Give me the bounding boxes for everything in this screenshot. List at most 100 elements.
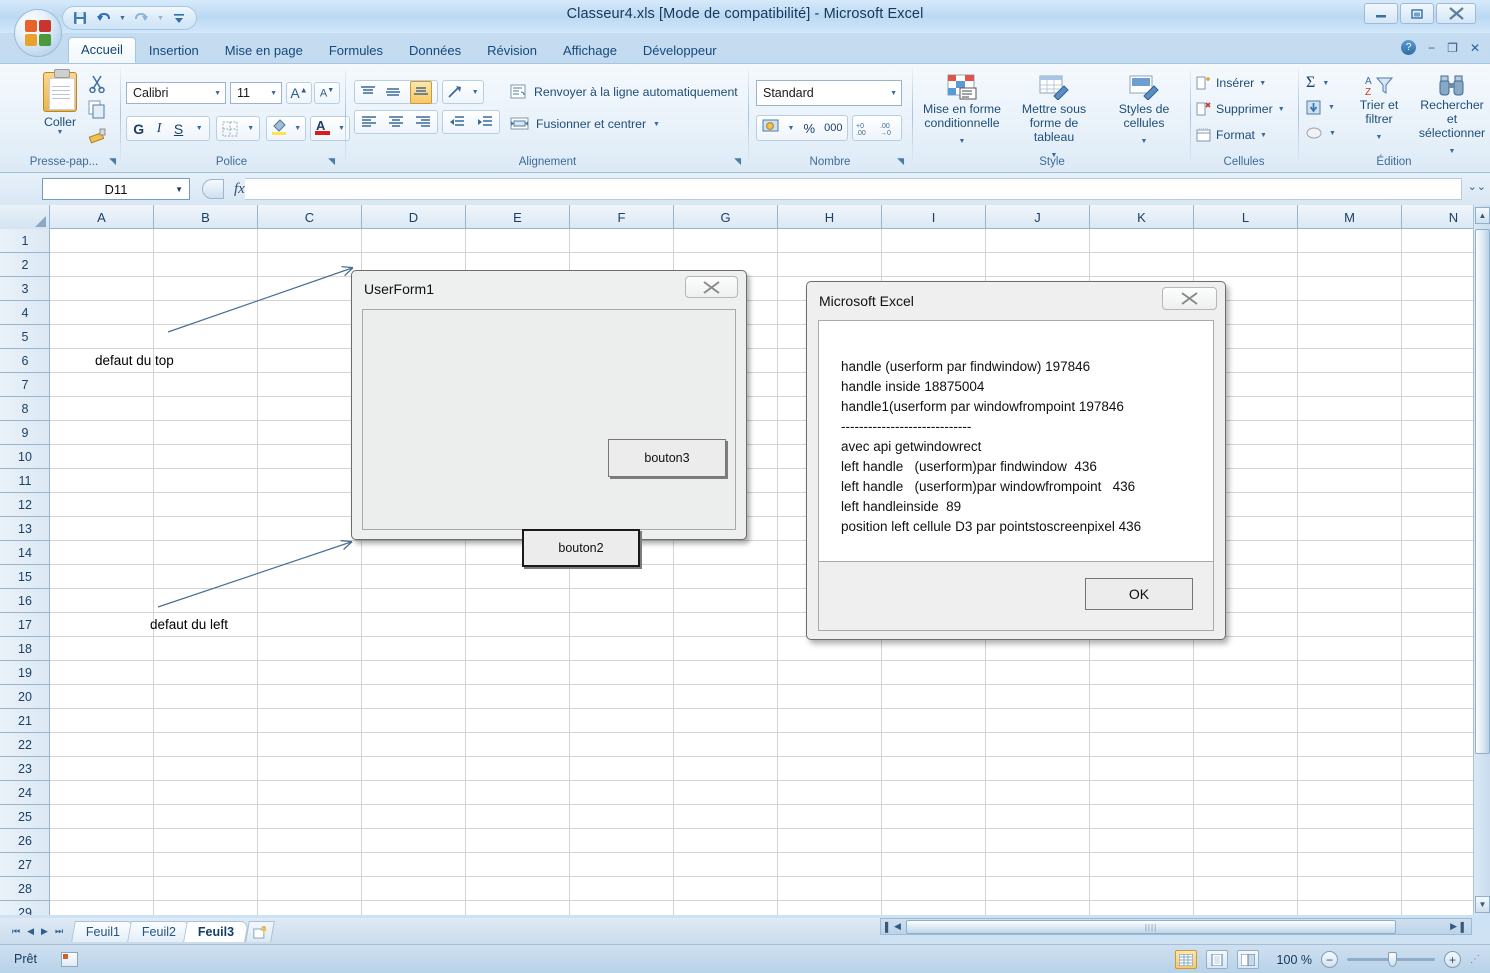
office-button[interactable] xyxy=(14,9,62,57)
row-header-8[interactable]: 8 xyxy=(0,397,50,421)
zoom-in-button[interactable]: + xyxy=(1444,951,1461,968)
underline-button[interactable]: S xyxy=(174,121,183,137)
format-as-table-button[interactable]: Mettre sous forme de tableau ▼ xyxy=(1008,74,1100,162)
tab-affichage[interactable]: Affichage xyxy=(550,38,630,63)
row-header-27[interactable]: 27 xyxy=(0,853,50,877)
workbook-minimize-button[interactable]: − xyxy=(1428,41,1435,55)
column-header-F[interactable]: F xyxy=(570,205,674,229)
font-name-input[interactable]: Calibri ▼ xyxy=(126,82,226,104)
userform-close-button[interactable] xyxy=(685,276,738,298)
conditional-formatting-button[interactable]: Mise en forme conditionnelle ▼ xyxy=(918,74,1006,148)
workbook-restore-button[interactable]: ❐ xyxy=(1447,41,1458,55)
merge-center-button[interactable]: Fusionner et centrer ▼ xyxy=(510,116,660,132)
thousands-button[interactable]: 000 xyxy=(824,122,842,134)
tab-accueil[interactable]: Accueil xyxy=(68,37,136,63)
cell-surface[interactable]: defaut du top defaut du left xyxy=(50,229,1490,915)
insert-cells-button[interactable]: Insérer ▼ xyxy=(1196,76,1266,90)
workbook-close-button[interactable]: ✕ xyxy=(1470,41,1480,55)
split-handle-right[interactable]: ▌ xyxy=(1461,922,1467,932)
underline-dropdown-icon[interactable]: ▼ xyxy=(196,125,203,132)
first-sheet-button[interactable]: ⏮ xyxy=(12,926,20,937)
tab-revision[interactable]: Révision xyxy=(474,38,550,63)
horizontal-scroll-thumb[interactable]: |||| xyxy=(906,920,1396,934)
sheet-tab-feuil2[interactable]: Feuil2 xyxy=(127,920,192,942)
redo-icon[interactable] xyxy=(133,10,150,27)
cell-styles-dropdown-icon[interactable]: ▼ xyxy=(1141,138,1148,145)
row-header-16[interactable]: 16 xyxy=(0,589,50,613)
row-header-6[interactable]: 6 xyxy=(0,349,50,373)
zoom-level[interactable]: 100 % xyxy=(1268,953,1312,967)
row-header-7[interactable]: 7 xyxy=(0,373,50,397)
font-dialog-launcher[interactable]: ◥ xyxy=(328,156,335,167)
vertical-scrollbar[interactable]: ▲ ▼ xyxy=(1473,205,1490,915)
font-size-input[interactable]: 11 ▼ xyxy=(230,82,282,104)
row-header-20[interactable]: 20 xyxy=(0,685,50,709)
row-header-19[interactable]: 19 xyxy=(0,661,50,685)
fill-color-button[interactable]: ▼ xyxy=(266,116,306,141)
clear-button[interactable]: ▼ xyxy=(1306,126,1336,140)
ok-button[interactable]: OK xyxy=(1085,578,1193,610)
paste-button[interactable]: Coller ▼ xyxy=(34,69,86,136)
cancel-enter-area[interactable] xyxy=(202,179,224,199)
alignment-dialog-launcher[interactable]: ◥ xyxy=(734,156,741,167)
cell-styles-button[interactable]: Styles de cellules ▼ xyxy=(1102,74,1186,148)
name-box[interactable]: D11 ▼ xyxy=(42,178,190,200)
redo-dropdown-icon[interactable]: ▼ xyxy=(157,15,164,22)
fill-button[interactable]: ▼ xyxy=(1306,100,1335,115)
row-header-25[interactable]: 25 xyxy=(0,805,50,829)
row-header-14[interactable]: 14 xyxy=(0,541,50,565)
tab-donnees[interactable]: Données xyxy=(396,38,474,63)
row-header-29[interactable]: 29 xyxy=(0,901,50,916)
row-header-15[interactable]: 15 xyxy=(0,565,50,589)
row-header-4[interactable]: 4 xyxy=(0,301,50,325)
scroll-up-button[interactable]: ▲ xyxy=(1475,207,1490,224)
close-button[interactable] xyxy=(1436,3,1476,24)
tab-formules[interactable]: Formules xyxy=(316,38,396,63)
column-header-H[interactable]: H xyxy=(778,205,882,229)
help-icon[interactable]: ? xyxy=(1401,40,1417,55)
page-break-icon[interactable] xyxy=(1237,950,1259,969)
formula-input[interactable] xyxy=(244,178,1462,200)
select-all-corner[interactable] xyxy=(0,205,50,229)
format-cells-button[interactable]: Format ▼ xyxy=(1196,128,1267,142)
userform-dialog[interactable]: UserForm1 bouton3 bouton2 xyxy=(351,270,747,567)
column-header-A[interactable]: A xyxy=(50,205,154,229)
row-header-3[interactable]: 3 xyxy=(0,277,50,301)
scroll-right-button[interactable]: ▶ xyxy=(1450,921,1457,932)
next-sheet-button[interactable]: ▶ xyxy=(41,926,48,937)
clipboard-dialog-launcher[interactable]: ◥ xyxy=(109,156,116,167)
prev-sheet-button[interactable]: ◀ xyxy=(27,926,34,937)
sort-filter-button[interactable]: A Z Trier et filtrer ▼ xyxy=(1346,74,1412,144)
tab-mise-en-page[interactable]: Mise en page xyxy=(212,38,316,63)
message-box-dialog[interactable]: Microsoft Excel handle (userform par fin… xyxy=(806,281,1226,640)
row-header-11[interactable]: 11 xyxy=(0,469,50,493)
undo-icon[interactable] xyxy=(95,10,112,27)
column-header-B[interactable]: B xyxy=(154,205,258,229)
userform-button-bouton3[interactable]: bouton3 xyxy=(608,439,726,477)
currency-icon[interactable] xyxy=(762,118,779,138)
zoom-out-button[interactable]: − xyxy=(1321,951,1338,968)
paste-dropdown-icon[interactable]: ▼ xyxy=(34,129,86,136)
column-header-C[interactable]: C xyxy=(258,205,362,229)
row-header-21[interactable]: 21 xyxy=(0,709,50,733)
delete-cells-button[interactable]: Supprimer ▼ xyxy=(1196,102,1285,116)
find-select-button[interactable]: Rechercher et sélectionner ▼ xyxy=(1414,74,1490,158)
new-sheet-icon[interactable] xyxy=(245,920,276,942)
row-header-1[interactable]: 1 xyxy=(0,229,50,253)
row-header-26[interactable]: 26 xyxy=(0,829,50,853)
font-color-button[interactable]: A ▼ xyxy=(310,116,350,141)
zoom-slider[interactable] xyxy=(1347,952,1435,967)
row-header-5[interactable]: 5 xyxy=(0,325,50,349)
record-macro-icon[interactable] xyxy=(60,951,78,967)
row-header-17[interactable]: 17 xyxy=(0,613,50,637)
row-header-13[interactable]: 13 xyxy=(0,517,50,541)
tab-insertion[interactable]: Insertion xyxy=(136,38,212,63)
save-icon[interactable] xyxy=(71,10,88,27)
column-header-G[interactable]: G xyxy=(674,205,778,229)
name-box-dropdown-icon[interactable]: ▼ xyxy=(175,185,183,194)
row-header-23[interactable]: 23 xyxy=(0,757,50,781)
copy-icon[interactable] xyxy=(88,100,107,124)
customize-qat-icon[interactable] xyxy=(171,10,188,27)
page-layout-icon[interactable] xyxy=(1206,950,1228,969)
column-header-E[interactable]: E xyxy=(466,205,570,229)
